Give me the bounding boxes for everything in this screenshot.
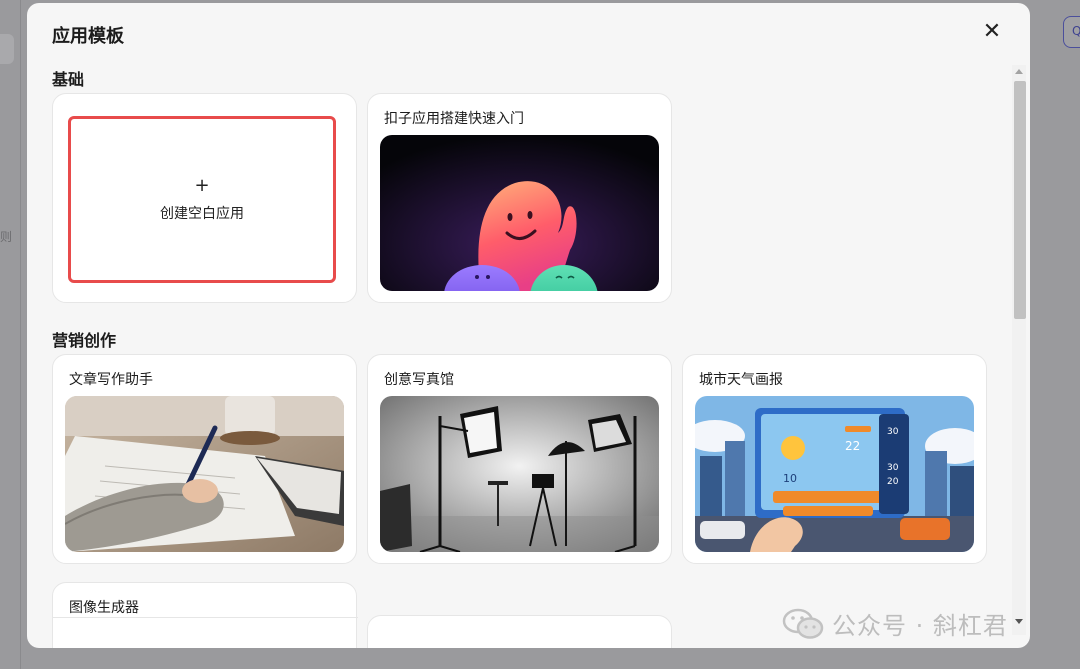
- scrollbar[interactable]: [1012, 65, 1026, 635]
- scroll-down-arrow-icon[interactable]: [1015, 619, 1023, 624]
- weather-temp-top: 30: [887, 427, 899, 437]
- template-card-writing-assistant[interactable]: 文章写作助手: [52, 354, 357, 564]
- template-card-photo-studio[interactable]: 创意写真馆: [367, 354, 672, 564]
- template-card-title: 扣子应用搭建快速入门: [384, 111, 524, 127]
- template-card-partial[interactable]: [367, 615, 672, 648]
- writing-photo-thumbnail: [65, 396, 344, 552]
- template-card-quickstart[interactable]: 扣子应用搭建快速入门: [367, 93, 672, 303]
- card-divider: [53, 617, 358, 618]
- create-blank-app-card[interactable]: + 创建空白应用: [52, 93, 357, 303]
- sidebar-divider: [20, 0, 21, 669]
- watermark-text: 公众号 · 斜杠君: [832, 612, 1008, 640]
- template-card-title: 图像生成器: [69, 600, 139, 616]
- template-card-image-generator[interactable]: 图像生成器: [52, 582, 358, 648]
- mascot-illustration-thumbnail: [380, 135, 659, 291]
- template-card-city-weather[interactable]: 城市天气画报 22 10 30 30 20: [682, 354, 987, 564]
- create-blank-app-label: 创建空白应用: [160, 205, 244, 222]
- search-icon: Q: [1072, 24, 1080, 38]
- create-blank-app-button[interactable]: + 创建空白应用: [68, 116, 336, 283]
- modal-title: 应用模板: [52, 26, 124, 47]
- sidebar-selected-pill: [0, 34, 14, 64]
- template-card-title: 文章写作助手: [69, 372, 153, 388]
- scrollbar-thumb[interactable]: [1014, 81, 1026, 319]
- section-title-marketing: 营销创作: [52, 331, 117, 350]
- watermark: 公众号 · 斜杠君: [782, 606, 1008, 641]
- weather-temp-a: 30: [887, 463, 899, 473]
- weather-temp-mid: 22: [845, 439, 860, 453]
- wechat-icon: [782, 608, 824, 639]
- template-card-title: 城市天气画报: [699, 372, 783, 388]
- plus-icon: +: [194, 174, 210, 196]
- weather-temp-low: 10: [783, 472, 797, 485]
- weather-temp-b: 20: [887, 477, 899, 487]
- scroll-up-arrow-icon[interactable]: [1015, 69, 1023, 74]
- template-card-title: 创意写真馆: [384, 372, 454, 388]
- photo-studio-thumbnail: [380, 396, 659, 552]
- section-title-basic: 基础: [52, 70, 85, 89]
- city-weather-thumbnail: 22 10 30 30 20: [695, 396, 974, 552]
- close-button[interactable]: ✕: [980, 21, 1004, 45]
- close-icon: ✕: [982, 19, 1002, 44]
- app-template-modal: 应用模板 ✕ 基础 + 创建空白应用 扣子应用搭建快速入门 营销创作 文章写作助…: [27, 3, 1030, 648]
- sidebar-text-fragment: 则: [0, 230, 13, 244]
- search-button[interactable]: Q: [1063, 16, 1080, 48]
